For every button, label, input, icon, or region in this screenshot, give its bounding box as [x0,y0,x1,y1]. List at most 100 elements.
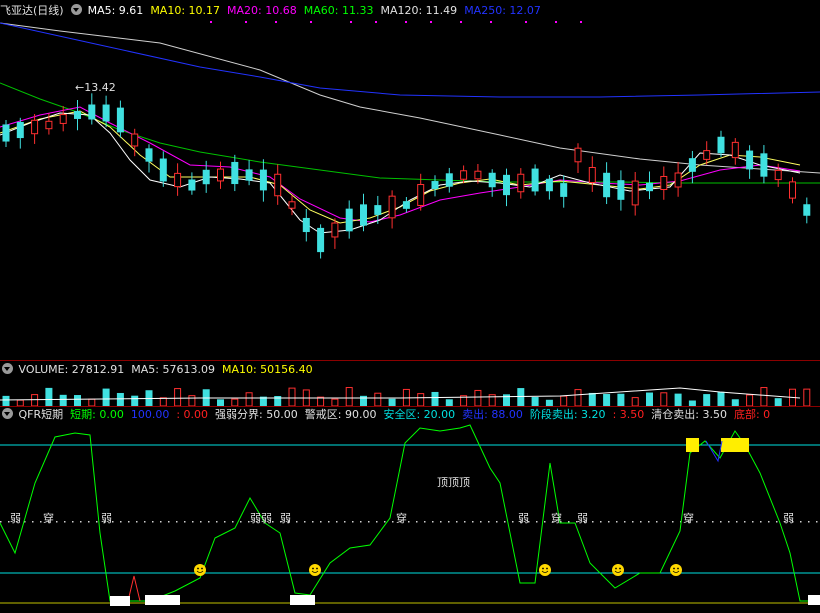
dropdown-icon[interactable] [2,408,13,419]
candle-body [617,180,625,200]
top-marker-dot [210,21,212,23]
midline-dot [696,521,698,523]
candle-body [588,167,596,183]
smiley-eye [197,567,199,570]
midline-dot [112,521,114,523]
top-signal-text: 顶顶顶 [437,476,470,489]
candle-body [259,169,267,191]
volume-label-0: VOLUME: 27812.91 [18,363,125,376]
midline-dot [456,521,458,523]
volume-bar [774,398,782,406]
top-marker-dot [460,21,462,23]
midline-dot [408,521,410,523]
candle-body [74,111,81,119]
midline-dot [360,521,362,523]
midline-dot [712,521,714,523]
smiley-icon [309,564,321,576]
qfr-indicator-chart[interactable] [0,423,820,613]
top-marker-dot [350,21,352,23]
candle-body [703,150,711,160]
midline-dot [208,521,210,523]
candle-body [59,114,67,124]
candle-body [388,195,396,219]
midline-dot [224,521,226,523]
midline-dot [656,521,658,523]
midline-dot [464,521,466,523]
indicator-label-9: : 3.50 [612,408,645,421]
indicator-label-6: 安全区: 20.00 [383,408,456,421]
midline-dot [72,521,74,523]
indicator-label-10: 清仓卖出: 3.50 [651,408,727,421]
candle-body [488,172,496,188]
candle-body [560,183,568,197]
candle-body [603,172,611,198]
candle-body [431,181,439,189]
candle-body [145,148,153,162]
top-marker-dot [245,21,247,23]
volume-bar [231,398,239,406]
midline-dot [344,521,346,523]
midline-dot [152,521,154,523]
candle-body [231,161,239,185]
candle-body [88,104,96,120]
indicator-label-0: QFR短期 [18,408,64,421]
top-marker-dot [430,21,432,23]
candle-body [503,174,510,196]
midline-dot [352,521,354,523]
signal-marker: 穿 [396,512,407,525]
indicator-label-4: 强弱分界: 50.00 [215,408,298,421]
candle-body [545,178,553,192]
midline-dot [752,521,754,523]
volume-bar [474,389,482,406]
midline-dot [432,521,434,523]
candlestick-chart[interactable] [0,15,820,360]
midline-dot [624,521,626,523]
midline-dot [136,521,138,523]
midline-dot [368,521,370,523]
smiley-icon [670,564,682,576]
volume-bar [646,392,653,406]
dropdown-icon[interactable] [2,363,13,374]
volume-bar [803,388,811,406]
candle-body [660,175,668,191]
volume-bar [631,397,639,406]
volume-bar [174,388,182,406]
midline-dot [216,521,218,523]
volume-bar [59,394,67,406]
smiley-eye [542,567,544,570]
midline-dot [40,521,42,523]
midline-dot [640,521,642,523]
midline-dot [120,521,122,523]
volume-bar [760,387,768,406]
midline-dot [168,521,170,523]
candle-body [574,147,582,163]
candle-body [360,204,367,226]
candle-body [760,153,768,177]
candle-body [474,170,482,180]
divider-main [0,360,820,361]
signal-marker: 弱 [577,512,588,525]
midline-dot [144,521,146,523]
volume-legend: VOLUME: 27812.91 MA5: 57613.09 MA10: 50156… [19,363,320,376]
top-marker-dot [555,21,557,23]
candle-body [789,181,796,199]
volume-bar [74,395,81,406]
volume-bar [417,393,425,406]
volume-bar [188,395,196,406]
candle-body [674,172,682,188]
candle-body [45,120,53,130]
midline-dot [704,521,706,523]
signal-marker: 弱 [783,512,794,525]
dropdown-icon[interactable] [71,4,83,15]
candle-body [460,170,468,180]
midline-dot [600,521,602,523]
midline-dot [56,521,58,523]
midline-dot [320,521,322,523]
indicator-label-1: 短期: 0.00 [70,408,124,421]
midline-dot [720,521,722,523]
midline-dot [64,521,66,523]
volume-bar [717,391,725,406]
midline-dot [312,521,314,523]
volume-chart[interactable] [0,378,820,406]
signal-marker: 弱 [518,512,529,525]
